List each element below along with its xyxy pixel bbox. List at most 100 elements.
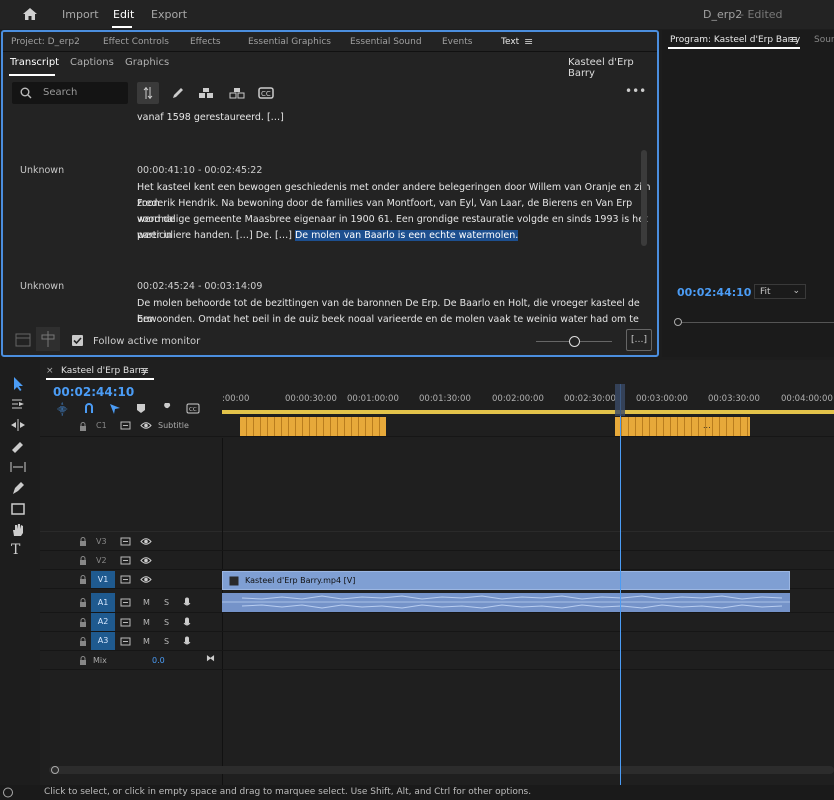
scrollbar-handle[interactable] <box>51 766 59 774</box>
toggle-output-icon[interactable] <box>120 618 131 627</box>
pen-tool-icon[interactable] <box>10 481 26 495</box>
subtab-graphics[interactable]: Graphics <box>125 57 169 68</box>
transcript-text-line[interactable]: particuliere handen. […] De. […] De mole… <box>137 228 519 244</box>
lock-icon[interactable] <box>79 656 87 665</box>
close-sequence-icon[interactable]: × <box>46 366 54 376</box>
lock-icon[interactable] <box>79 422 87 431</box>
more-options-icon[interactable]: ••• <box>625 84 646 98</box>
program-timecode[interactable]: 00:02:44:10 <box>677 286 751 299</box>
hand-tool-icon[interactable] <box>10 523 26 537</box>
list-view-icon[interactable] <box>15 333 31 347</box>
video-clip[interactable]: Kasteel d'Erp Barry.mp4 [V] <box>222 571 790 590</box>
snap-icon[interactable] <box>83 403 95 414</box>
export-tab[interactable]: Export <box>151 8 187 21</box>
transcript-sync-button[interactable] <box>137 82 159 104</box>
subtab-captions[interactable]: Captions <box>70 57 114 68</box>
toggle-output-icon[interactable] <box>120 598 131 607</box>
eye-icon[interactable] <box>140 421 152 430</box>
edit-tab[interactable]: Edit <box>113 8 134 21</box>
insert-button[interactable] <box>195 82 217 104</box>
ripple-edit-tool-icon[interactable] <box>10 418 26 432</box>
toggle-output-icon[interactable] <box>120 556 131 565</box>
razor-tool-icon[interactable] <box>10 439 26 453</box>
toggle-output-icon[interactable] <box>120 637 131 646</box>
rectangle-tool-icon[interactable] <box>10 502 26 516</box>
eye-icon[interactable] <box>140 537 152 546</box>
microphone-icon[interactable] <box>183 636 191 647</box>
mute-button[interactable]: M <box>143 618 150 627</box>
tab-events[interactable]: Events <box>442 37 472 47</box>
sequence-tab[interactable]: Kasteel d'Erp Barry <box>61 366 147 376</box>
speaker-label[interactable]: Unknown <box>20 165 64 176</box>
timeline-timecode[interactable]: 00:02:44:10 <box>53 385 134 399</box>
transcript-text[interactable]: particuliere handen. […] De. […] <box>137 230 292 241</box>
selection-tool-icon[interactable] <box>11 376 25 392</box>
slip-tool-icon[interactable] <box>10 460 26 474</box>
microphone-icon[interactable] <box>183 597 191 608</box>
mute-button[interactable]: M <box>143 637 150 646</box>
type-tool-icon[interactable]: T <box>11 542 20 558</box>
track-id-source-patch[interactable]: A1 <box>91 593 115 612</box>
toggle-output-icon[interactable] <box>120 575 131 584</box>
selected-transcript-text[interactable]: De molen van Baarlo is een echte watermo… <box>294 230 519 241</box>
home-icon[interactable] <box>22 7 38 21</box>
pause-marker-button[interactable]: […] <box>626 329 652 351</box>
subtitle-empty-area[interactable] <box>40 438 834 532</box>
solo-button[interactable]: S <box>164 637 169 646</box>
linked-selection-icon[interactable] <box>109 403 121 414</box>
toggle-output-icon[interactable] <box>120 421 131 430</box>
tab-text[interactable]: Text <box>501 37 519 47</box>
track-id-source-patch[interactable]: A3 <box>91 632 115 650</box>
program-scrubber[interactable] <box>674 322 834 323</box>
microphone-icon[interactable] <box>183 617 191 628</box>
lock-icon[interactable] <box>79 556 87 565</box>
tab-essential-sound[interactable]: Essential Sound <box>350 37 422 47</box>
subtitle-track-id[interactable]: C1 <box>96 421 107 430</box>
speaker-label[interactable]: Unknown <box>20 281 64 292</box>
audio-clip[interactable] <box>222 593 790 612</box>
transcript-text-line[interactable]: bewoonden. Omdat het peil in de quiz bee… <box>137 312 657 322</box>
lock-icon[interactable] <box>79 618 87 627</box>
lock-icon[interactable] <box>79 537 87 546</box>
import-tab[interactable]: Import <box>62 8 99 21</box>
solo-button[interactable]: S <box>164 598 169 607</box>
track-id[interactable]: V3 <box>96 537 107 546</box>
subtitle-clips[interactable] <box>240 417 386 436</box>
playhead-line[interactable] <box>620 384 621 785</box>
subtab-transcript[interactable]: Transcript <box>10 57 59 68</box>
source-tab[interactable]: Sourc <box>814 35 834 45</box>
sequence-menu-icon[interactable]: ≡ <box>140 364 149 377</box>
follow-monitor-checkbox[interactable] <box>72 335 83 346</box>
mix-volume[interactable]: 0.0 <box>152 656 165 665</box>
lock-icon[interactable] <box>79 637 87 646</box>
zoom-slider-handle[interactable] <box>569 336 580 347</box>
nest-icon[interactable]: ⸎ <box>57 402 67 416</box>
tab-essential-graphics[interactable]: Essential Graphics <box>248 37 331 47</box>
subtitle-clips[interactable]: ... <box>615 417 750 436</box>
tab-effects[interactable]: Effects <box>190 37 221 47</box>
tab-project[interactable]: Project: D_erp2 <box>11 37 80 47</box>
track-id[interactable]: V2 <box>96 556 107 565</box>
work-area-bar[interactable] <box>222 410 834 414</box>
search-input[interactable]: Search <box>12 82 128 104</box>
go-to-end-icon[interactable]: ⧓ <box>206 654 215 664</box>
tab-effect-controls[interactable]: Effect Controls <box>103 37 169 47</box>
solo-button[interactable]: S <box>164 618 169 627</box>
playhead-handle[interactable] <box>615 384 625 416</box>
icon-view-button[interactable] <box>36 327 60 351</box>
overwrite-button[interactable] <box>226 82 248 104</box>
wrench-icon[interactable] <box>161 403 173 414</box>
scrubber-handle[interactable] <box>674 318 682 326</box>
timeline-scrollbar[interactable] <box>49 766 834 774</box>
lock-icon[interactable] <box>79 598 87 607</box>
eye-icon[interactable] <box>140 556 152 565</box>
program-menu-icon[interactable]: ≡ <box>789 33 798 46</box>
eye-icon[interactable] <box>140 575 152 584</box>
captions-button[interactable]: CC <box>255 82 277 104</box>
zoom-select[interactable]: Fit ⌄ <box>754 284 806 299</box>
toggle-output-icon[interactable] <box>120 537 131 546</box>
transcript-scrollbar[interactable] <box>641 150 647 246</box>
track-id-source-patch[interactable]: A2 <box>91 613 115 631</box>
text-tab-menu-icon[interactable]: ≡ <box>524 35 533 48</box>
edit-text-button[interactable] <box>167 82 189 104</box>
